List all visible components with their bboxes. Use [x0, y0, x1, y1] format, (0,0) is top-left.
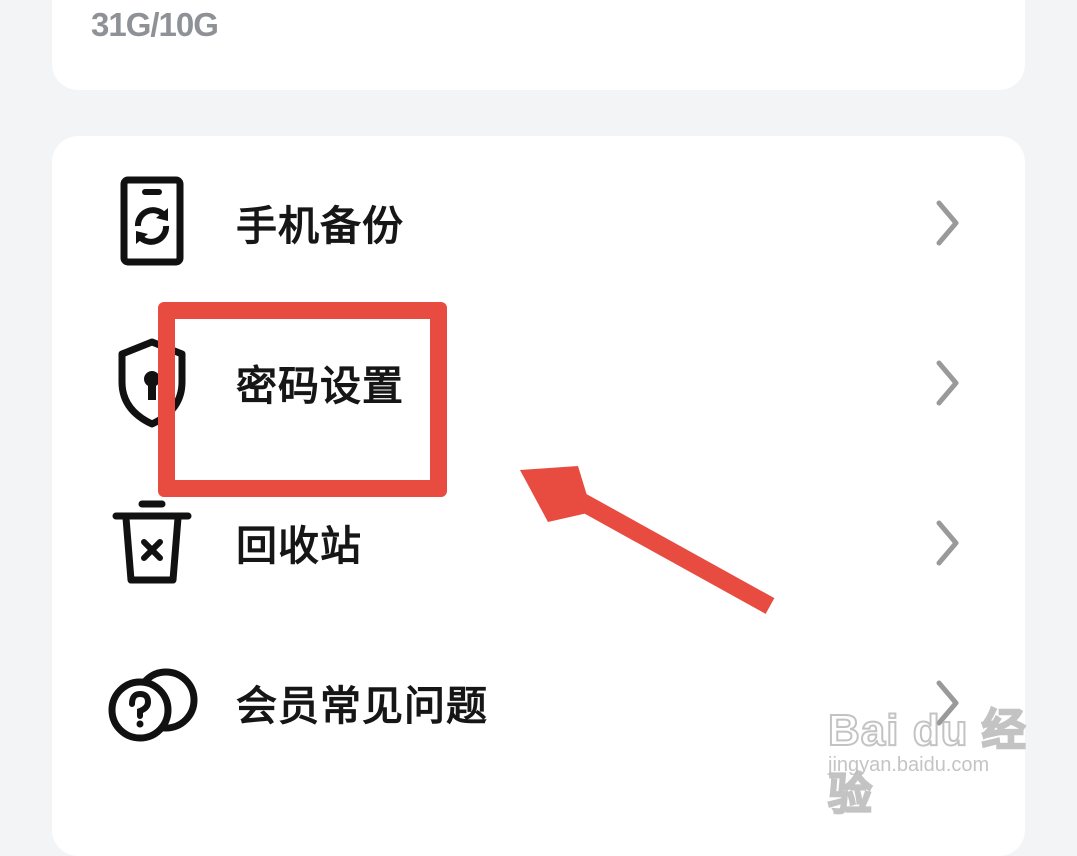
help-coins-icon — [102, 654, 202, 754]
menu-item-phone-backup[interactable]: 手机备份 — [52, 142, 1025, 292]
watermark-url: jingyan.baidu.com — [828, 754, 990, 776]
annotation-highlight-box — [158, 302, 447, 497]
chevron-right-icon — [933, 518, 963, 568]
phone-backup-icon — [102, 172, 202, 272]
storage-usage-text: 31G/10G — [91, 6, 219, 43]
chevron-right-icon — [933, 358, 963, 408]
menu-item-label: 手机备份 — [236, 202, 404, 250]
chevron-right-icon — [933, 198, 963, 248]
trash-icon — [102, 492, 202, 592]
menu-item-label: 会员常见问题 — [236, 682, 488, 730]
storage-card: 31G/10G — [52, 0, 1025, 90]
menu-item-label: 回收站 — [236, 522, 362, 570]
baidu-jingyan-watermark: Bai du 经验 jingyan.baidu.com — [822, 688, 1027, 820]
